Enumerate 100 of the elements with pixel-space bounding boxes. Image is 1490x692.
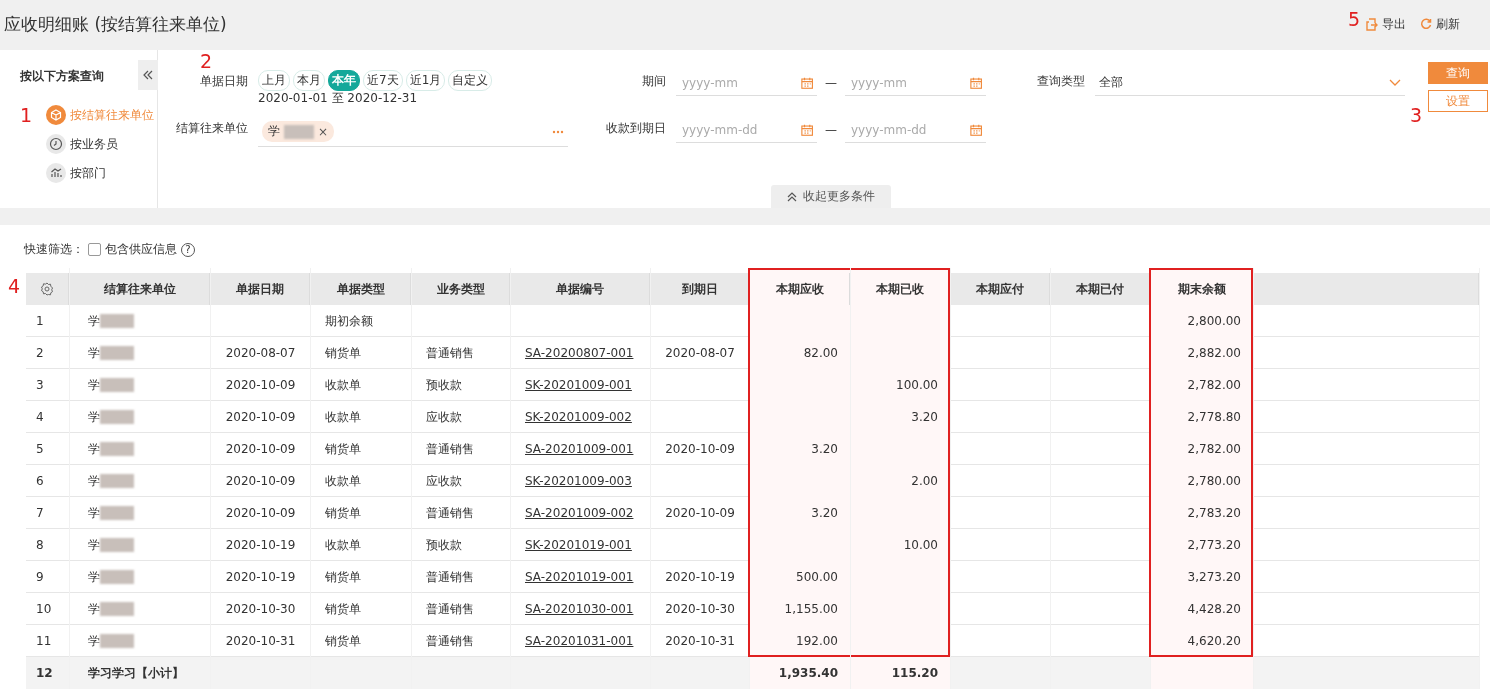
clock-icon <box>46 134 66 154</box>
table-cell: 收款单 <box>325 536 361 554</box>
calendar-icon[interactable] <box>800 122 813 137</box>
table-cell: 2,778.80 <box>1187 410 1241 424</box>
table-cell: 普通销售 <box>426 568 474 586</box>
document-link[interactable]: SK-20201009-003 <box>525 474 632 488</box>
table-cell: 预收款 <box>426 376 462 394</box>
remove-tag-button[interactable]: × <box>318 124 329 139</box>
blurred-text <box>100 442 134 456</box>
calendar-icon[interactable] <box>969 75 982 90</box>
column-header[interactable]: 本期应付 <box>976 280 1024 298</box>
collapse-conditions-tab[interactable]: 收起更多条件 <box>771 185 891 208</box>
collapse-sidebar-button[interactable] <box>138 60 158 90</box>
export-icon <box>1366 17 1378 31</box>
blurred-text <box>100 378 134 392</box>
annotation-number: 4 <box>8 277 21 296</box>
annotation-number: 3 <box>1410 106 1423 125</box>
document-link[interactable]: SK-20201019-001 <box>525 538 632 552</box>
chart-icon <box>46 163 66 183</box>
table-cell: 10.00 <box>903 538 938 552</box>
period-from-field[interactable]: yyyy-mm <box>680 74 801 91</box>
document-link[interactable]: SA-20201031-001 <box>525 634 634 648</box>
field-label: 结算往来单位 <box>175 120 249 137</box>
table-cell: 1,935.40 <box>778 666 838 680</box>
table-cell: 2020-10-09 <box>225 506 296 520</box>
table-cell: 学 <box>88 312 100 330</box>
table-cell: 收款单 <box>325 472 361 490</box>
more-icon <box>552 129 564 134</box>
annotation-number: 2 <box>200 52 213 71</box>
double-chevron-icon <box>143 70 153 80</box>
blurred-text <box>100 346 134 360</box>
column-header[interactable]: 单据编号 <box>556 280 604 298</box>
column-header[interactable]: 业务类型 <box>436 280 485 298</box>
document-link[interactable]: SA-20201019-001 <box>525 570 634 584</box>
date-preset-chip[interactable]: 近7天 <box>363 70 403 91</box>
unit-tag[interactable]: 学 × <box>262 121 335 142</box>
double-chevron-up-icon <box>787 191 797 202</box>
export-button[interactable]: 导出 <box>1366 15 1406 33</box>
table-cell: 期初余额 <box>325 312 373 330</box>
document-link[interactable]: SA-20200807-001 <box>525 346 634 360</box>
refresh-button[interactable]: 刷新 <box>1420 15 1460 33</box>
table-cell: 2020-10-30 <box>665 602 735 616</box>
table-cell: 2,780.00 <box>1187 474 1241 488</box>
date-preset-chip[interactable]: 上月 <box>258 70 290 91</box>
sidebar-item[interactable]: 按部门 <box>46 163 106 183</box>
table-cell: 销货单 <box>325 600 361 618</box>
column-header[interactable]: 单据日期 <box>236 280 284 298</box>
table-cell: 2,782.00 <box>1187 442 1241 456</box>
blurred-text <box>100 634 134 648</box>
calendar-icon[interactable] <box>969 122 982 137</box>
range-dash: — <box>824 75 838 92</box>
page-title: 应收明细账 (按结算往来单位) <box>4 12 227 36</box>
document-link[interactable]: SK-20201009-001 <box>525 378 632 392</box>
table-cell: 3.20 <box>911 410 938 424</box>
date-preset-chip[interactable]: 自定义 <box>448 70 493 91</box>
table-cell: 2,782.00 <box>1187 378 1241 392</box>
due-to-field[interactable]: yyyy-mm-dd <box>849 121 970 138</box>
field-label: 查询类型 <box>1036 73 1086 90</box>
table-cell: 2020-10-19 <box>665 570 735 584</box>
field-label: 期间 <box>641 73 667 90</box>
column-header[interactable]: 本期已收 <box>876 280 924 298</box>
blurred-text <box>100 602 134 616</box>
column-header[interactable]: 单据类型 <box>336 280 385 298</box>
document-link[interactable]: SA-20201009-001 <box>525 442 634 456</box>
sidebar-item[interactable]: 按业务员 <box>46 134 118 154</box>
table-cell: 学 <box>88 600 100 618</box>
table-cell: 2,773.20 <box>1187 538 1241 552</box>
document-link[interactable]: SA-20201030-001 <box>525 602 634 616</box>
checkbox[interactable] <box>88 243 101 256</box>
column-header[interactable]: 本期应收 <box>775 280 824 298</box>
table-cell: 学 <box>88 568 100 586</box>
column-header[interactable]: 期末余额 <box>1177 280 1226 298</box>
table-cell: 2020-10-09 <box>225 474 296 488</box>
document-link[interactable]: SA-20201009-002 <box>525 506 634 520</box>
table-cell: 学 <box>88 408 100 426</box>
gear-icon[interactable] <box>40 282 54 296</box>
table-cell: 2020-10-19 <box>225 538 296 552</box>
row-number: 9 <box>36 570 44 584</box>
table-cell: 应收款 <box>426 408 462 426</box>
row-number: 3 <box>36 378 44 392</box>
row-number: 1 <box>36 314 44 328</box>
table-cell: 2,783.20 <box>1187 506 1241 520</box>
column-header[interactable]: 结算往来单位 <box>103 280 176 298</box>
table-cell: 普通销售 <box>426 344 474 362</box>
period-to-field[interactable]: yyyy-mm <box>849 74 970 91</box>
table-cell: 普通销售 <box>426 504 474 522</box>
table-cell: 500.00 <box>796 570 838 584</box>
document-link[interactable]: SK-20201009-002 <box>525 410 632 424</box>
table-cell: 销货单 <box>325 344 361 362</box>
due-from-field[interactable]: yyyy-mm-dd <box>680 121 801 138</box>
date-preset-chip[interactable]: 本月 <box>293 70 325 91</box>
column-header[interactable]: 本期已付 <box>1076 280 1124 298</box>
row-number: 12 <box>36 666 53 680</box>
table-cell: 学 <box>88 632 100 650</box>
table-cell: 2,800.00 <box>1187 314 1241 328</box>
calendar-icon[interactable] <box>800 75 813 90</box>
query-type-select[interactable]: 全部 <box>1095 70 1405 96</box>
column-header[interactable]: 到期日 <box>681 280 718 298</box>
table-cell: 192.00 <box>796 634 838 648</box>
date-preset-chip[interactable]: 近1月 <box>405 70 446 91</box>
